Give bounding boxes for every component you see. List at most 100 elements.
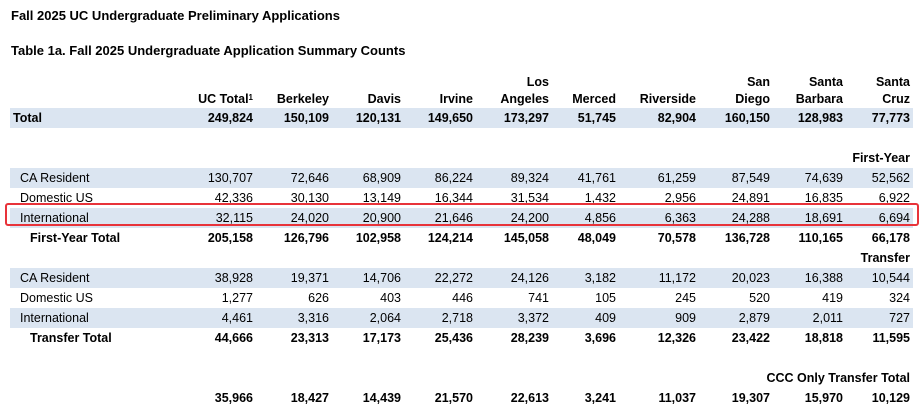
table-cell: 3,316	[256, 308, 332, 328]
table-cell: 89,324	[476, 168, 552, 188]
table-cell: 48,049	[577, 231, 616, 245]
table-cell: 1,277	[221, 291, 253, 305]
table-cell: 2,011	[773, 308, 846, 328]
table-cell: 19,307	[731, 391, 770, 405]
col-header-santa-barbara: Santa Barbara	[795, 75, 843, 106]
total-row: Total 249,824 150,109 120,131 149,650 173,297…	[10, 108, 913, 128]
table-cell: 110,165	[798, 231, 844, 245]
table-cell: 446	[452, 291, 473, 305]
first-year-ca-resident-row: CA Resident 130,707 72,646 68,909 86,224 89,3…	[10, 168, 913, 188]
applications-table: UC Total1 Berkeley Davis Irvine Los Angel…	[10, 72, 913, 408]
col-header-los-angeles: Los Angeles	[500, 75, 549, 106]
table-cell: 18,691	[773, 208, 846, 228]
table-cell: 25,436	[434, 331, 473, 345]
ccc-transfer-total-row: 35,966 18,427 14,439 21,570 22,613 3,241 11,03…	[10, 388, 913, 408]
section-heading: Transfer	[860, 251, 910, 265]
col-header-berkeley: Berkeley	[276, 92, 329, 106]
row-label: Total	[10, 108, 170, 128]
first-year-total-row: First-Year Total 205,158 126,796 102,958 124…	[10, 228, 913, 248]
transfer-total-row: Transfer Total 44,666 23,313 17,173 25,436 28…	[10, 328, 913, 348]
table-cell: 24,126	[476, 268, 552, 288]
table-cell: 3,696	[584, 331, 616, 345]
row-label: Domestic US	[20, 191, 93, 205]
table-cell: 72,646	[256, 168, 332, 188]
table-cell: 520	[749, 291, 770, 305]
table-cell: 126,796	[283, 231, 329, 245]
table-cell: 4,856	[552, 208, 619, 228]
col-header-santa-cruz: Santa Cruz	[875, 75, 910, 106]
table-cell: 741	[528, 291, 549, 305]
table-cell: 86,224	[404, 168, 476, 188]
table-cell: 13,149	[362, 191, 401, 205]
table-cell: 24,020	[256, 208, 332, 228]
table-cell: 52,562	[846, 168, 913, 188]
table-cell: 61,259	[619, 168, 699, 188]
table-cell: 18,427	[290, 391, 329, 405]
table-cell: 14,439	[362, 391, 401, 405]
document-title: Fall 2025 UC Undergraduate Preliminary A…	[11, 8, 340, 23]
table-cell: 105	[595, 291, 616, 305]
table-cell: 19,371	[256, 268, 332, 288]
first-year-international-row: International 32,115 24,020 20,900 21,646 24,…	[10, 208, 913, 228]
col-header-riverside: Riverside	[639, 92, 696, 106]
row-label: Transfer Total	[30, 331, 112, 345]
table-cell: 2,718	[404, 308, 476, 328]
table-cell: 205,158	[207, 231, 253, 245]
table-cell: 409	[552, 308, 619, 328]
table-cell: 150,109	[256, 108, 332, 128]
spacer-row	[10, 348, 913, 368]
table-cell: 24,891	[731, 191, 770, 205]
table-cell: 11,037	[658, 391, 696, 405]
table-cell: 68,909	[332, 168, 404, 188]
transfer-heading-row: Transfer	[10, 248, 913, 268]
table-cell: 727	[846, 308, 913, 328]
first-year-heading-row: First-Year	[10, 148, 913, 168]
table-cell: 2,956	[664, 191, 696, 205]
table-cell: 11,172	[619, 268, 699, 288]
section-heading: First-Year	[852, 151, 910, 165]
table-cell: 4,461	[170, 308, 256, 328]
table-cell: 419	[822, 291, 843, 305]
table-cell: 22,613	[510, 391, 549, 405]
table-cell: 82,904	[619, 108, 699, 128]
table-cell: 124,214	[427, 231, 473, 245]
table-cell: 22,272	[404, 268, 476, 288]
table-cell: 30,130	[290, 191, 329, 205]
table-cell: 1,432	[584, 191, 616, 205]
table-cell: 12,326	[657, 331, 696, 345]
col-header-davis: Davis	[367, 92, 401, 106]
first-year-domestic-row: Domestic US 42,336 30,130 13,149 16,344 31,53…	[10, 188, 913, 208]
table-cell: 28,239	[510, 331, 549, 345]
table-cell: 66,178	[871, 231, 910, 245]
table-cell: 128,983	[773, 108, 846, 128]
table-caption: Table 1a. Fall 2025 Undergraduate Applic…	[11, 43, 406, 58]
table-cell: 32,115	[170, 208, 256, 228]
table-cell: 10,544	[846, 268, 913, 288]
row-label: CA Resident	[10, 168, 170, 188]
table-cell: 245	[675, 291, 696, 305]
table-cell: 6,363	[619, 208, 699, 228]
table-cell: 42,336	[214, 191, 253, 205]
table-cell: 16,344	[434, 191, 473, 205]
table-cell: 51,745	[552, 108, 619, 128]
table-cell: 31,534	[510, 191, 549, 205]
table-cell: 6,694	[846, 208, 913, 228]
table-cell: 136,728	[724, 231, 770, 245]
col-header-irvine: Irvine	[439, 92, 473, 106]
table-cell: 44,666	[214, 331, 253, 345]
table-cell: 18,818	[804, 331, 843, 345]
row-label	[10, 388, 170, 408]
table-cell: 74,639	[773, 168, 846, 188]
table-cell: 14,706	[332, 268, 404, 288]
table-cell: 249,824	[170, 108, 256, 128]
table-cell: 6,922	[878, 191, 910, 205]
table-cell: 2,064	[332, 308, 404, 328]
table-cell: 70,578	[657, 231, 696, 245]
table-cell: 160,150	[699, 108, 773, 128]
transfer-domestic-row: Domestic US 1,277 626 403 446 741 105 245 520 419…	[10, 288, 913, 308]
table-cell: 120,131	[332, 108, 404, 128]
col-header-merced: Merced	[572, 92, 616, 106]
table-cell: 173,297	[476, 108, 552, 128]
table-cell: 3,182	[552, 268, 619, 288]
table-cell: 20,023	[699, 268, 773, 288]
